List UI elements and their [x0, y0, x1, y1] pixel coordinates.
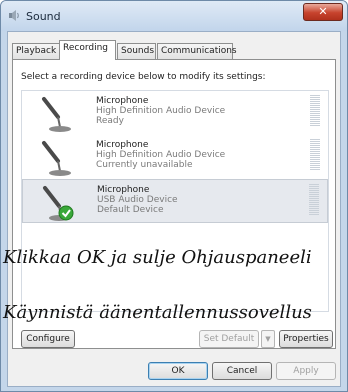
level-meter	[310, 95, 320, 129]
device-item[interactable]: Microphone High Definition Audio Device …	[22, 91, 328, 135]
microphone-default-check-icon	[43, 186, 74, 221]
properties-button[interactable]: Properties	[279, 330, 333, 348]
instruction-text: Select a recording device below to modif…	[21, 72, 266, 82]
device-status: Currently unavailable	[96, 160, 193, 170]
level-meter	[309, 184, 319, 218]
level-meter	[310, 139, 320, 173]
device-item[interactable]: Microphone High Definition Audio Device …	[22, 135, 328, 179]
tab-sounds[interactable]: Sounds	[117, 43, 156, 59]
overlay-caption-2: Käynnistä äänentallennussovellus	[3, 302, 312, 323]
device-name: Microphone	[96, 140, 149, 150]
set-default-button[interactable]: Set Default	[199, 330, 259, 348]
device-status: Default Device	[97, 205, 164, 215]
window-title: Sound	[26, 10, 61, 23]
tab-communications[interactable]: Communications	[157, 43, 237, 59]
device-name: Microphone	[97, 185, 150, 195]
microphone-icon	[42, 141, 71, 176]
device-driver: High Definition Audio Device	[96, 150, 226, 160]
device-list: Microphone High Definition Audio Device …	[21, 90, 329, 312]
device-item-selected[interactable]: Microphone USB Audio Device Default Devi…	[22, 179, 328, 223]
device-status: Ready	[96, 116, 124, 126]
cancel-button[interactable]: Cancel	[212, 362, 272, 380]
title-bar[interactable]: Sound ✕	[1, 1, 347, 31]
speaker-icon	[9, 10, 19, 21]
close-button[interactable]: ✕	[303, 3, 343, 21]
overlay-caption-1: Klikkaa OK ja sulje Ohjauspaneeli	[3, 247, 312, 268]
configure-button[interactable]: Configure	[21, 330, 75, 348]
tab-recording[interactable]: Recording	[59, 40, 116, 60]
apply-button[interactable]: Apply	[276, 362, 336, 380]
set-default-dropdown[interactable]: ▼	[261, 330, 275, 348]
sound-dialog: Sound ✕ Playback Recording Sounds Commun…	[0, 0, 348, 392]
tab-playback[interactable]: Playback	[12, 43, 60, 59]
device-driver: USB Audio Device	[97, 195, 178, 205]
microphone-icon	[42, 97, 71, 132]
device-driver: High Definition Audio Device	[96, 106, 226, 116]
device-name: Microphone	[96, 96, 149, 106]
dialog-client: Playback Recording Sounds Communications…	[7, 31, 341, 387]
close-icon: ✕	[318, 5, 328, 18]
ok-button[interactable]: OK	[148, 362, 208, 380]
chevron-down-icon: ▼	[265, 335, 271, 343]
